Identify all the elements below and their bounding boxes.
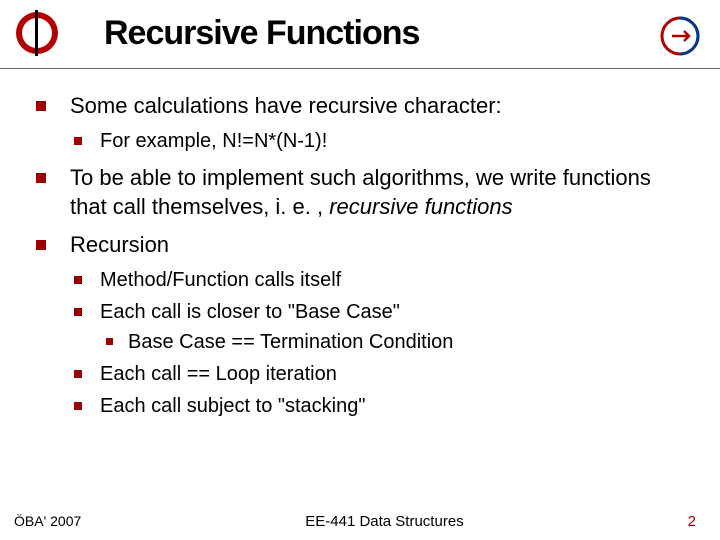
bullet-3: Recursion Method/Function calls itself E… (36, 230, 692, 420)
slide-title: Recursive Functions (104, 14, 419, 53)
footer-left: ÖBA' 2007 (14, 513, 81, 529)
bullet-1-1: For example, N!=N*(N-1)! (70, 127, 692, 155)
bullet-3-2-text: Each call is closer to "Base Case" (100, 301, 400, 323)
bullet-3-2-1-text: Base Case == Termination Condition (128, 331, 453, 353)
bullet-2-em: recursive functions (329, 194, 512, 219)
bullet-1-text: Some calculations have recursive charact… (70, 93, 502, 118)
bullet-3-1: Method/Function calls itself (70, 266, 692, 294)
slide-header: Recursive Functions (0, 0, 720, 69)
bullet-3-3-text: Each call == Loop iteration (100, 363, 337, 385)
footer-center: EE-441 Data Structures (305, 513, 463, 530)
bullet-1: Some calculations have recursive charact… (36, 91, 692, 155)
bullet-3-3: Each call == Loop iteration (70, 360, 692, 388)
logo-right-icon (658, 14, 702, 58)
bullet-3-2: Each call is closer to "Base Case" Base … (70, 298, 692, 356)
bullet-3-text: Recursion (70, 232, 169, 257)
footer-right: 2 (688, 513, 696, 530)
slide-content: Some calculations have recursive charact… (0, 69, 720, 420)
bullet-3-2-1: Base Case == Termination Condition (100, 328, 692, 356)
bullet-2: To be able to implement such algorithms,… (36, 163, 692, 222)
bullet-3-1-text: Method/Function calls itself (100, 269, 341, 291)
logo-left-icon (14, 10, 60, 56)
slide-footer: ÖBA' 2007 EE-441 Data Structures 2 (0, 513, 720, 530)
bullet-3-4-text: Each call subject to "stacking" (100, 395, 365, 417)
bullet-3-4: Each call subject to "stacking" (70, 392, 692, 420)
bullet-1-1-text: For example, N!=N*(N-1)! (100, 130, 327, 152)
